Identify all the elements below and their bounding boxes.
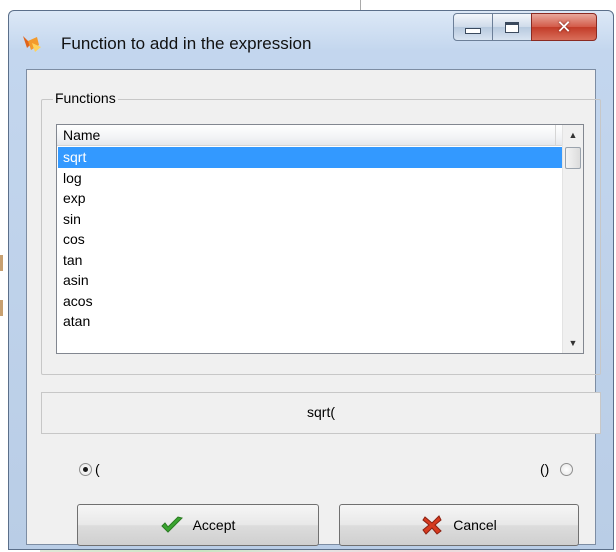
green-checkmark-icon bbox=[160, 515, 183, 535]
minimize-icon bbox=[465, 28, 481, 34]
scroll-up-button[interactable]: ▲ bbox=[563, 125, 583, 145]
window-title: Function to add in the expression bbox=[61, 34, 312, 53]
column-header-name[interactable]: Name bbox=[63, 127, 100, 143]
radio-selected-dot bbox=[83, 467, 88, 472]
list-item-acos[interactable]: acos bbox=[58, 291, 562, 312]
maximize-icon bbox=[505, 21, 519, 33]
expression-preview-text: sqrt( bbox=[307, 404, 335, 420]
list-item-log[interactable]: log bbox=[58, 168, 562, 189]
list-item-atan[interactable]: atan bbox=[58, 311, 562, 332]
background-mark bbox=[0, 300, 3, 316]
expression-preview-panel: sqrt( bbox=[41, 392, 601, 434]
title-bar[interactable]: Function to add in the expression ✕ bbox=[9, 11, 613, 69]
background-mark bbox=[0, 255, 3, 271]
list-scrollbar[interactable]: ▲ ▼ bbox=[562, 125, 583, 353]
functions-list[interactable]: Name sqrt log exp sin cos tan asin acos … bbox=[56, 124, 584, 354]
pair-paren-radio[interactable] bbox=[560, 463, 573, 476]
close-icon: ✕ bbox=[556, 16, 572, 38]
accept-button-label: Accept bbox=[192, 517, 236, 533]
minimize-button[interactable] bbox=[453, 13, 493, 41]
scroll-thumb[interactable] bbox=[565, 147, 581, 169]
function-window-icon bbox=[23, 36, 41, 52]
list-item-sin[interactable]: sin bbox=[58, 209, 562, 230]
dialog-client-area: Functions Name sqrt log exp sin cos tan … bbox=[26, 69, 601, 546]
functions-group-label: Functions bbox=[53, 90, 118, 106]
scroll-down-button[interactable]: ▼ bbox=[563, 333, 583, 353]
cancel-button[interactable]: Cancel bbox=[339, 504, 579, 546]
arrow-up-icon: ▲ bbox=[568, 130, 578, 140]
list-item-cos[interactable]: cos bbox=[58, 229, 562, 250]
list-item-exp[interactable]: exp bbox=[58, 188, 562, 209]
list-item-tan[interactable]: tan bbox=[58, 250, 562, 271]
list-item-asin[interactable]: asin bbox=[58, 270, 562, 291]
functions-groupbox: Functions Name sqrt log exp sin cos tan … bbox=[41, 90, 601, 375]
dialog-window: Function to add in the expression ✕ Func… bbox=[8, 10, 614, 550]
cancel-button-label: Cancel bbox=[453, 517, 497, 533]
pair-paren-label[interactable]: () bbox=[540, 461, 549, 477]
list-header[interactable]: Name bbox=[57, 125, 562, 146]
arrow-down-icon: ▼ bbox=[568, 338, 578, 348]
column-separator[interactable] bbox=[555, 125, 556, 145]
list-rows: sqrt log exp sin cos tan asin acos atan bbox=[58, 147, 562, 332]
open-paren-radio[interactable] bbox=[79, 463, 92, 476]
open-paren-label[interactable]: ( bbox=[95, 461, 100, 477]
list-item-sqrt[interactable]: sqrt bbox=[58, 147, 562, 168]
close-button[interactable]: ✕ bbox=[531, 13, 597, 41]
red-x-icon bbox=[421, 515, 443, 535]
accept-button[interactable]: Accept bbox=[77, 504, 319, 546]
maximize-button[interactable] bbox=[492, 13, 532, 41]
